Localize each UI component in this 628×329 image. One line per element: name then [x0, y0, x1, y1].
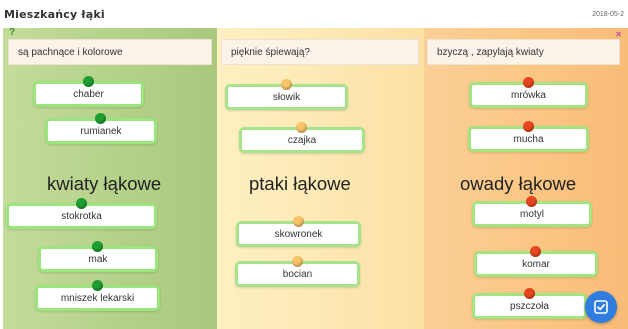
- green-dot-icon: [91, 280, 103, 291]
- green-dot-icon: [82, 76, 94, 87]
- card-mniszek-lekarski[interactable]: mniszek lekarski: [35, 280, 160, 311]
- card-pszczola[interactable]: pszczoła: [472, 288, 587, 319]
- red-dot-icon: [530, 246, 541, 257]
- card-motyl[interactable]: motyl: [472, 196, 592, 227]
- date-label: 2018-05-2: [592, 11, 624, 18]
- card-mrowka[interactable]: mrówka: [469, 77, 588, 108]
- check-icon: [594, 299, 608, 314]
- yellow-dot-icon: [280, 79, 292, 90]
- green-dot-icon: [75, 198, 87, 209]
- card-czajka[interactable]: czajka: [239, 122, 365, 153]
- red-dot-icon: [523, 288, 535, 299]
- card-komar[interactable]: komar: [474, 246, 598, 277]
- column-insects: bzyczą , zapylają kwiaty owady łąkowe mr…: [424, 28, 628, 329]
- column-flowers: są pachnące i kolorowe kwiaty łąkowe cha…: [3, 28, 217, 329]
- red-dot-icon: [522, 77, 534, 88]
- category-label: owady łąkowe: [460, 173, 577, 194]
- page-title: Mieszkańcy łąki: [4, 8, 105, 21]
- card-slowik[interactable]: słowik: [225, 79, 348, 110]
- yellow-dot-icon: [292, 216, 304, 227]
- card-bocian[interactable]: bocian: [235, 256, 360, 287]
- column-birds: pięknie śpiewają? ptaki łąkowe słowik cz…: [217, 28, 424, 329]
- card-chaber[interactable]: chaber: [33, 76, 144, 107]
- help-icon[interactable]: ?: [9, 28, 21, 38]
- check-button[interactable]: [585, 291, 617, 323]
- red-dot-icon: [526, 196, 537, 207]
- yellow-dot-icon: [291, 256, 303, 267]
- category-label: kwiaty łąkowe: [47, 173, 162, 194]
- card-skowronek[interactable]: skowronek: [236, 216, 361, 247]
- card-mucha[interactable]: mucha: [468, 121, 589, 152]
- card-mak[interactable]: mak: [38, 241, 158, 272]
- question-box: bzyczą , zapylają kwiaty: [427, 39, 620, 65]
- card-stokrotka[interactable]: stokrotka: [6, 198, 157, 229]
- card-rumianek[interactable]: rumianek: [45, 113, 157, 144]
- green-dot-icon: [95, 113, 106, 124]
- yellow-dot-icon: [296, 122, 307, 133]
- green-dot-icon: [92, 241, 103, 252]
- close-icon[interactable]: ✕: [615, 30, 622, 39]
- question-box: pięknie śpiewają?: [221, 39, 419, 65]
- question-box: są pachnące i kolorowe: [8, 39, 212, 65]
- category-label: ptaki łąkowe: [249, 173, 351, 194]
- sorting-board: są pachnące i kolorowe kwiaty łąkowe cha…: [3, 28, 628, 329]
- red-dot-icon: [522, 121, 534, 132]
